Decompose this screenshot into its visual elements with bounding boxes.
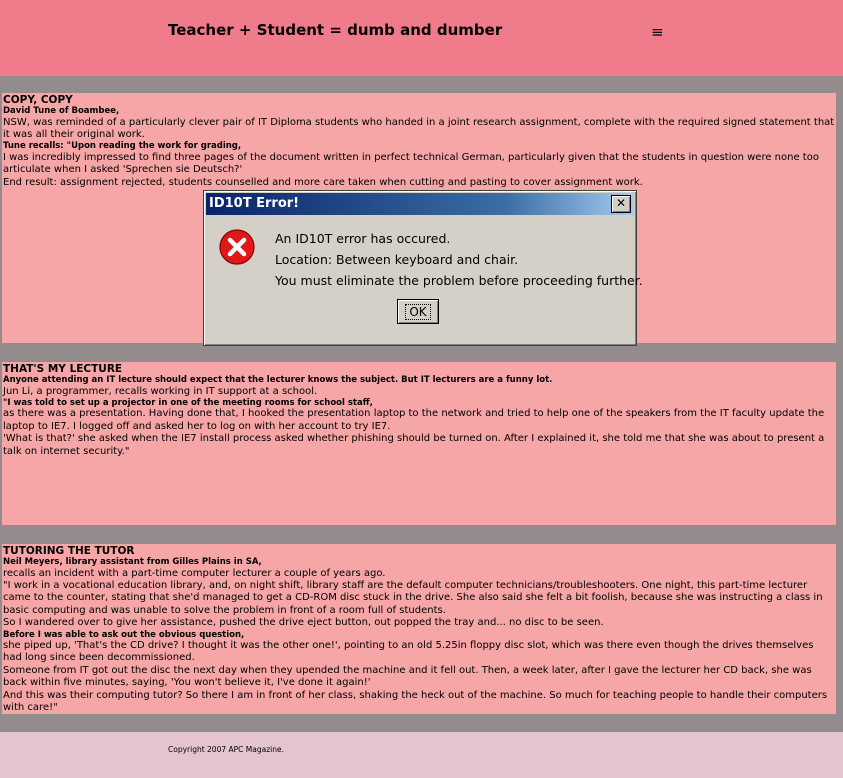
story-heading: TUTORING THE TUTOR (3, 545, 135, 557)
story-line: Jun Li, a programmer, recalls working in… (3, 385, 318, 397)
story-line: Someone from IT got out the disc the nex… (3, 664, 812, 689)
close-icon: ✕ (615, 196, 627, 210)
story-line: Anyone attending an IT lecture should ex… (3, 375, 553, 385)
story-line: she piped up, 'That's the CD drive? I th… (3, 640, 814, 664)
dialog-title: ID10T Error! (209, 196, 300, 211)
page-footer: Copyright 2007 APC Magazine. (0, 732, 843, 778)
page-header: Teacher + Student = dumb and dumber ≡ (0, 0, 843, 76)
story-line: as there was a presentation. Having done… (3, 408, 825, 432)
story-line: And this was their computing tutor? So t… (3, 689, 828, 714)
story-line: David Tune of Boambee, (3, 106, 120, 116)
story-line: Before I was able to ask out the obvious… (3, 629, 245, 640)
page-title: Teacher + Student = dumb and dumber (168, 21, 503, 39)
copyright-text: Copyright 2007 APC Magazine. (168, 745, 284, 754)
story-heading: THAT'S MY LECTURE (3, 363, 123, 375)
ok-button-label: OK (405, 304, 431, 320)
story-line: NSW, was reminded of a particularly clev… (3, 116, 835, 140)
story-line: I was incredibly impressed to find three… (3, 151, 819, 176)
story-line: End result: assignment rejected, student… (3, 176, 643, 188)
story-line: 'What is that?' she asked when the IE7 i… (3, 433, 825, 457)
story-heading: COPY, COPY (3, 94, 73, 106)
dialog-titlebar[interactable]: ID10T Error! ✕ (206, 193, 634, 215)
story-line: Neil Meyers, library assistant from Gill… (3, 557, 262, 567)
story-thats-my-lecture: THAT'S MY LECTURE Anyone attending an IT… (2, 362, 836, 525)
ok-button[interactable]: OK (397, 299, 439, 324)
error-icon (217, 227, 257, 271)
story-line: "I work in a vocational education librar… (3, 579, 823, 616)
dialog-message-line: Location: Between keyboard and chair. (275, 252, 519, 267)
story-tutoring-the-tutor: TUTORING THE TUTOR Neil Meyers, library … (2, 544, 836, 714)
dialog-message-line: You must eliminate the problem before pr… (275, 273, 643, 288)
close-button[interactable]: ✕ (611, 195, 631, 213)
menu-icon[interactable]: ≡ (651, 25, 664, 40)
story-line: "I was told to set up a projector in one… (3, 397, 373, 408)
error-dialog: ID10T Error! ✕ An ID10T error has occure… (203, 190, 643, 346)
story-line: recalls an incident with a part-time com… (3, 567, 386, 579)
story-line: So I wandered over to give her assistanc… (3, 617, 604, 629)
dialog-message: An ID10T error has occured. Location: Be… (275, 228, 643, 291)
dialog-message-line: An ID10T error has occured. (275, 231, 451, 246)
story-line: Tune recalls: "Upon reading the work for… (3, 141, 242, 152)
